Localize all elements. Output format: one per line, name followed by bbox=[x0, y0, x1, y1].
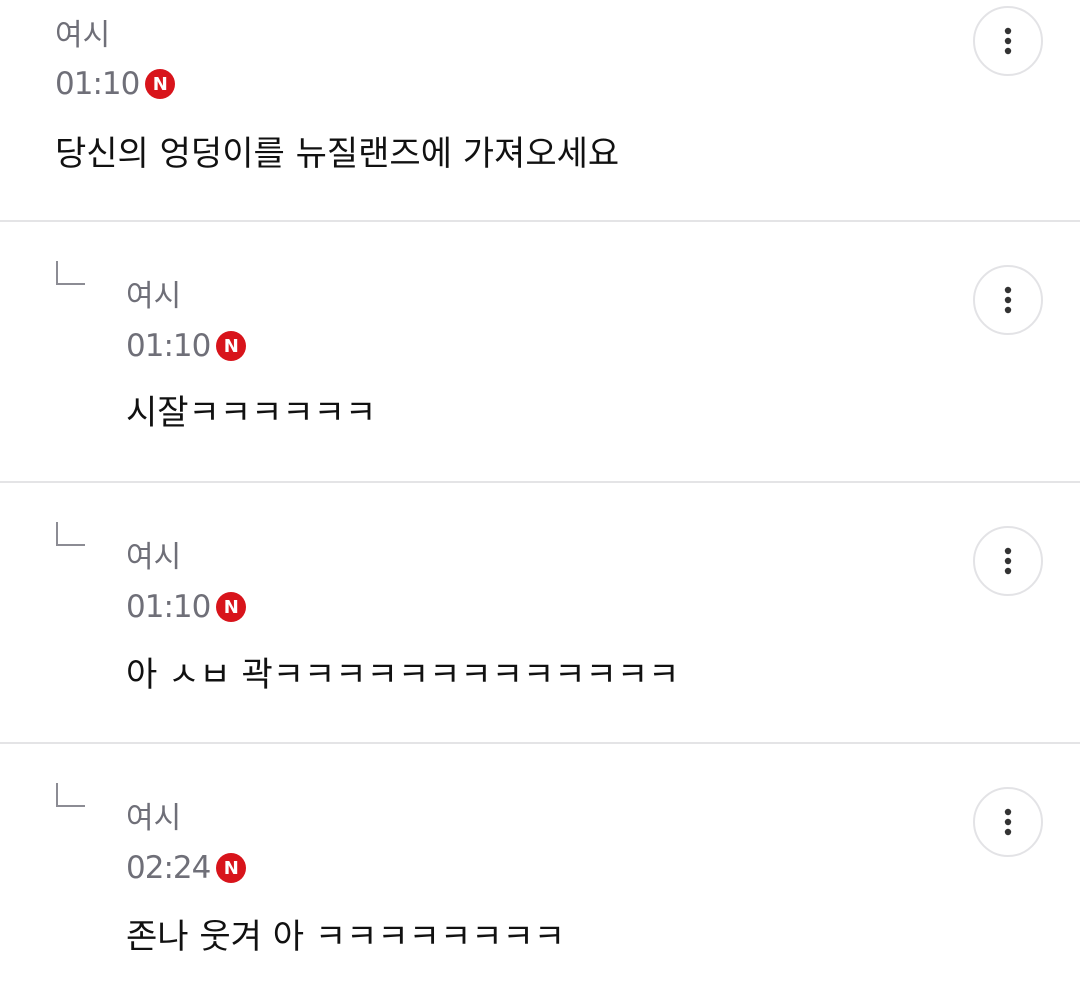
comment-meta: 02:24 N bbox=[126, 848, 247, 888]
comment-text: 아 ㅅㅂ 곽ㅋㅋㅋㅋㅋㅋㅋㅋㅋㅋㅋㅋㅋ bbox=[126, 655, 680, 695]
reply-item: 여시 01:10 N 아 ㅅㅂ 곽ㅋㅋㅋㅋㅋㅋㅋㅋㅋㅋㅋㅋㅋ bbox=[0, 483, 1080, 744]
more-vertical-icon bbox=[1004, 27, 1012, 55]
reply-arrow-icon bbox=[56, 261, 85, 285]
comment-author[interactable]: 여시 bbox=[126, 538, 181, 578]
more-options-button[interactable] bbox=[973, 526, 1043, 596]
comment-author[interactable]: 여시 bbox=[126, 277, 181, 317]
comment-time: 01:10 bbox=[126, 589, 211, 625]
more-options-button[interactable] bbox=[973, 265, 1043, 335]
more-vertical-icon bbox=[1004, 547, 1012, 575]
new-badge-icon: N bbox=[216, 592, 247, 622]
comment-meta: 01:10 N bbox=[126, 326, 247, 366]
comment-meta: 01:10 N bbox=[126, 587, 247, 627]
new-badge-icon: N bbox=[216, 853, 247, 883]
comment-text: 시잘ㅋㅋㅋㅋㅋㅋ bbox=[126, 393, 377, 433]
reply-arrow-icon bbox=[56, 783, 85, 807]
comment-text: 당신의 엉덩이를 뉴질랜즈에 가져오세요 bbox=[55, 134, 620, 174]
new-badge-icon: N bbox=[216, 331, 247, 361]
reply-item: 여시 02:24 N 존나 웃겨 아 ㅋㅋㅋㅋㅋㅋㅋㅋ bbox=[0, 744, 1080, 984]
comment-meta: 01:10 N bbox=[55, 64, 176, 104]
more-vertical-icon bbox=[1004, 286, 1012, 314]
comment-item: 여시 01:10 N 당신의 엉덩이를 뉴질랜즈에 가져오세요 bbox=[0, 0, 1080, 222]
reply-item: 여시 01:10 N 시잘ㅋㅋㅋㅋㅋㅋ bbox=[0, 222, 1080, 483]
comment-time: 01:10 bbox=[55, 66, 140, 102]
more-vertical-icon bbox=[1004, 808, 1012, 836]
reply-arrow-icon bbox=[56, 522, 85, 546]
comment-text: 존나 웃겨 아 ㅋㅋㅋㅋㅋㅋㅋㅋ bbox=[126, 917, 566, 957]
comment-time: 01:10 bbox=[126, 328, 211, 364]
comment-author[interactable]: 여시 bbox=[126, 799, 181, 839]
comment-author[interactable]: 여시 bbox=[55, 16, 110, 56]
comment-time: 02:24 bbox=[126, 850, 211, 886]
more-options-button[interactable] bbox=[973, 6, 1043, 76]
new-badge-icon: N bbox=[145, 69, 176, 99]
more-options-button[interactable] bbox=[973, 787, 1043, 857]
